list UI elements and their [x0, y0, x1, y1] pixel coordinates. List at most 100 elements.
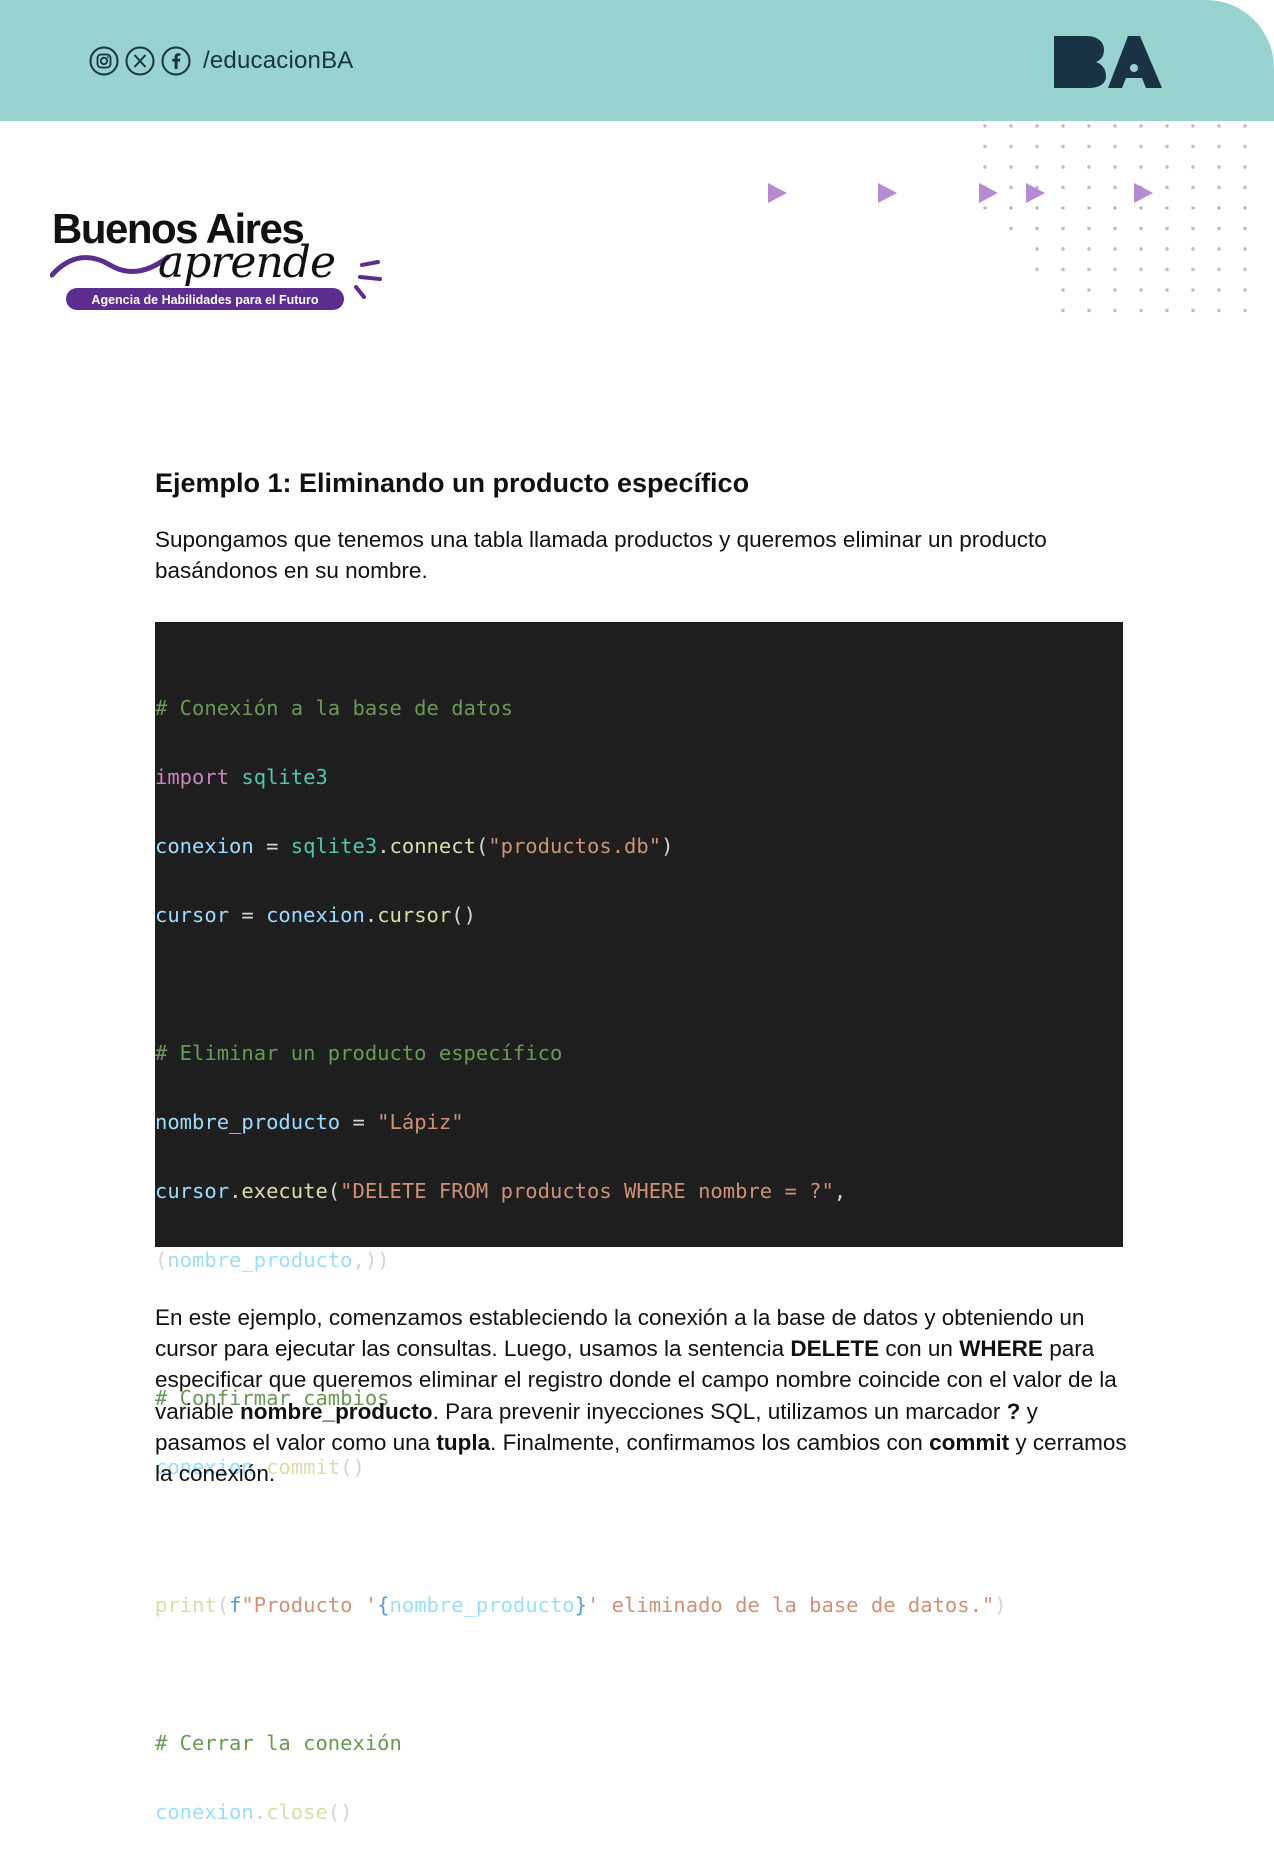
grid-dot: [1191, 124, 1195, 128]
grid-dot: [983, 124, 987, 128]
grid-dot: [1165, 226, 1169, 231]
grid-dot: [1061, 247, 1065, 251]
grid-dot: [1191, 165, 1195, 169]
grid-dot: [1165, 247, 1169, 251]
grid-dot: [1191, 226, 1195, 231]
grid-dot: [1217, 165, 1221, 169]
grid-dot: [1243, 185, 1247, 190]
social-handle[interactable]: /educacionBA: [203, 47, 354, 75]
grid-dot: [1191, 144, 1195, 149]
grid-dot: [1061, 226, 1065, 231]
grid-dot: [1243, 226, 1247, 231]
grid-dot: [1009, 144, 1013, 149]
grid-dot: [1139, 247, 1143, 251]
code-block: # Conexión a la base de datos import sql…: [155, 622, 1123, 1824]
grid-dot: [1165, 124, 1169, 128]
grid-dot: [1243, 308, 1247, 313]
grid-dot: [1087, 288, 1091, 292]
grid-dot: [1009, 226, 1013, 231]
grid-dot: [1165, 206, 1169, 210]
grid-dot: [1087, 226, 1091, 231]
grid-dot: [1035, 267, 1039, 272]
grid-dot: [1113, 226, 1117, 231]
grid-dot: [1009, 185, 1013, 190]
grid-dot: [1061, 124, 1065, 128]
grid-dot: [1217, 267, 1221, 272]
grid-dot: [1061, 206, 1065, 210]
play-arrow-icon: [979, 183, 998, 203]
grid-dot: [1191, 308, 1195, 313]
buenos-aires-aprende-logo: Buenos Aires aprende Agencia de Habilida…: [50, 205, 382, 310]
code-line: conexion = sqlite3.connect("productos.db…: [155, 833, 674, 858]
grid-dot: [1243, 144, 1247, 149]
grid-dot: [1009, 165, 1013, 169]
grid-dot: [1243, 165, 1247, 169]
code-line: cursor = conexion.cursor(): [155, 902, 476, 927]
section-intro: Supongamos que tenemos una tabla llamada…: [155, 527, 1047, 583]
grid-dot: [1061, 308, 1065, 313]
grid-dot: [1035, 226, 1039, 231]
grid-dot: [1009, 124, 1013, 128]
grid-dot: [1217, 206, 1221, 210]
explanation-paragraph: En este ejemplo, comenzamos estableciend…: [155, 1305, 1127, 1487]
code-line: cursor.execute("DELETE FROM productos WH…: [155, 1178, 847, 1203]
grid-dot: [1113, 165, 1117, 169]
grid-dot: [1165, 308, 1169, 313]
grid-dot: [1087, 206, 1091, 210]
social-links: /educacionBA: [89, 44, 354, 78]
grid-dot: [1061, 267, 1065, 272]
grid-dot: [1035, 247, 1039, 251]
grid-dot: [1165, 185, 1169, 190]
play-arrow-icon: [768, 183, 787, 203]
grid-dot: [1061, 288, 1065, 292]
ba-logo: [1054, 36, 1162, 88]
grid-dot: [1087, 124, 1091, 128]
grid-dot: [1191, 185, 1195, 190]
grid-dot: [1061, 165, 1065, 169]
grid-dot: [1217, 144, 1221, 149]
grid-dot: [983, 206, 987, 210]
grid-dot: [1191, 206, 1195, 210]
play-arrow-icon: [878, 183, 897, 203]
grid-dot: [1113, 185, 1117, 190]
grid-dot: [1139, 308, 1143, 313]
grid-dot: [1113, 288, 1117, 292]
grid-dot: [1113, 144, 1117, 149]
grid-dot: [1087, 185, 1091, 190]
grid-dot: [1113, 206, 1117, 210]
grid-dot: [1035, 124, 1039, 128]
decorative-dot-grid: [983, 124, 1247, 313]
grid-dot: [1061, 144, 1065, 149]
section-content: Ejemplo 1: Eliminando un producto especí…: [155, 466, 1125, 586]
grid-dot: [1087, 165, 1091, 169]
grid-dot: [1009, 206, 1013, 210]
code-line: # Conexión a la base de datos: [155, 695, 513, 720]
code-line: # Eliminar un producto específico: [155, 1040, 563, 1065]
grid-dot: [1217, 226, 1221, 231]
code-line: # Cerrar la conexión: [155, 1730, 402, 1755]
grid-dot: [1165, 144, 1169, 149]
facebook-icon[interactable]: [161, 46, 191, 76]
brand-tagline: Agencia de Habilidades para el Futuro: [91, 293, 319, 307]
code-line: print(f"Producto '{nombre_producto}' eli…: [155, 1592, 1007, 1617]
grid-dot: [1061, 185, 1065, 190]
code-line: import sqlite3: [155, 764, 328, 789]
x-icon[interactable]: [125, 46, 155, 76]
grid-dot: [1139, 165, 1143, 169]
grid-dot: [983, 144, 987, 149]
grid-dot: [1217, 288, 1221, 292]
grid-dot: [983, 165, 987, 169]
grid-dot: [1087, 144, 1091, 149]
grid-dot: [1165, 288, 1169, 292]
grid-dot: [1139, 288, 1143, 292]
code-line: nombre_producto = "Lápiz": [155, 1109, 464, 1134]
play-arrow-icon: [1134, 183, 1153, 203]
grid-dot: [1035, 165, 1039, 169]
grid-dot: [1113, 124, 1117, 128]
grid-dot: [1035, 144, 1039, 149]
code-line: (nombre_producto,)): [155, 1247, 390, 1272]
grid-dot: [1191, 288, 1195, 292]
instagram-icon[interactable]: [89, 46, 119, 76]
